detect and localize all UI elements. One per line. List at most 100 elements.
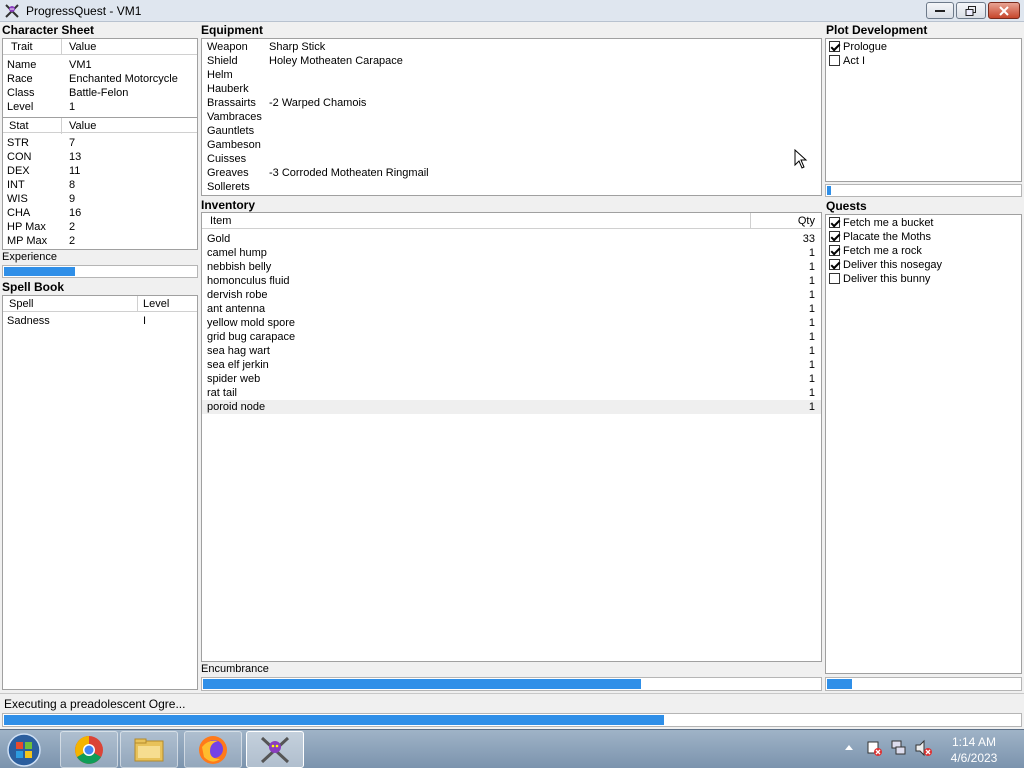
stat-row[interactable]: WIS 9 xyxy=(3,192,197,206)
equipment-row[interactable]: Helm xyxy=(202,68,821,82)
stats-header: Stat Value xyxy=(3,117,197,134)
qty-col-header[interactable]: Qty xyxy=(798,215,815,227)
equipment-item: Holey Motheaten Carapace xyxy=(269,55,403,67)
minimize-button[interactable] xyxy=(926,2,954,19)
quest-item-label: Deliver this bunny xyxy=(843,273,931,285)
plot-act[interactable]: Act I xyxy=(826,54,1021,68)
checkbox[interactable] xyxy=(829,245,840,256)
equipment-row[interactable]: Gambeson xyxy=(202,138,821,152)
spell-name: Sadness xyxy=(7,315,50,327)
taskbar-file-explorer[interactable] xyxy=(120,731,178,768)
volume-muted-icon[interactable] xyxy=(914,739,934,757)
inventory-row[interactable]: yellow mold spore 1 xyxy=(202,316,821,330)
plot-act[interactable]: Prologue xyxy=(826,40,1021,54)
checkbox[interactable] xyxy=(829,217,840,228)
encumbrance-label: Encumbrance xyxy=(201,663,269,675)
action-center-icon[interactable] xyxy=(866,739,884,757)
trait-value: 1 xyxy=(69,101,76,113)
equipment-row[interactable]: Sollerets xyxy=(202,180,821,194)
equipment-row[interactable]: Greaves -3 Corroded Motheaten Ringmail xyxy=(202,166,821,180)
trait-row[interactable]: Class Battle-Felon xyxy=(3,86,197,100)
quest-progress-bar xyxy=(825,677,1022,691)
inventory-row[interactable]: homonculus fluid 1 xyxy=(202,274,821,288)
trait-row[interactable]: Level 1 xyxy=(3,100,197,114)
stat-row[interactable]: MP Max 2 xyxy=(3,234,197,248)
spell-row[interactable]: Sadness I xyxy=(3,314,197,328)
start-button[interactable] xyxy=(4,732,46,768)
inventory-row[interactable]: sea elf jerkin 1 xyxy=(202,358,821,372)
equipment-row[interactable]: Brassairts -2 Warped Chamois xyxy=(202,96,821,110)
equipment-row[interactable]: Hauberk xyxy=(202,82,821,96)
equipment-slot: Brassairts xyxy=(207,97,256,109)
encumbrance-bar-fill xyxy=(203,679,641,689)
checkbox[interactable] xyxy=(829,231,840,242)
quest-item[interactable]: Fetch me a bucket xyxy=(826,216,1021,230)
trait-label: Level xyxy=(7,101,34,113)
inventory-row[interactable]: grid bug carapace 1 xyxy=(202,330,821,344)
start-icon xyxy=(7,733,41,767)
stat-row[interactable]: HP Max 2 xyxy=(3,220,197,234)
stat-col-header[interactable]: Stat xyxy=(9,120,29,132)
equipment-row[interactable]: Weapon Sharp Stick xyxy=(202,40,821,54)
stat-row[interactable]: CON 13 xyxy=(3,150,197,164)
checkbox[interactable] xyxy=(829,259,840,270)
clock-date: 4/6/2023 xyxy=(950,751,998,765)
checkbox[interactable] xyxy=(829,41,840,52)
restore-button[interactable] xyxy=(956,2,986,19)
item-col-header[interactable]: Item xyxy=(210,215,231,227)
spell-book-title: Spell Book xyxy=(2,280,65,294)
show-hidden-icons-icon[interactable] xyxy=(844,743,854,751)
inventory-row[interactable]: camel hump 1 xyxy=(202,246,821,260)
equipment-slot: Shield xyxy=(207,55,238,67)
value-col-header[interactable]: Value xyxy=(69,41,96,53)
inventory-row[interactable]: dervish robe 1 xyxy=(202,288,821,302)
network-icon[interactable] xyxy=(890,739,908,757)
taskbar-firefox[interactable] xyxy=(184,731,242,768)
inventory-row[interactable]: poroid node 1 xyxy=(202,400,821,414)
trait-row[interactable]: Race Enchanted Motorcycle xyxy=(3,72,197,86)
spell-col-header[interactable]: Spell xyxy=(9,298,33,310)
checkbox[interactable] xyxy=(829,273,840,284)
trait-col-header[interactable]: Trait xyxy=(11,41,33,53)
spell-book-header: Spell Level xyxy=(3,296,197,312)
stat-label: DEX xyxy=(7,165,30,177)
inventory-item-name: camel hump xyxy=(207,247,267,259)
level-col-header[interactable]: Level xyxy=(143,298,169,310)
inventory-row[interactable]: rat tail 1 xyxy=(202,386,821,400)
inventory-row[interactable]: Gold 33 xyxy=(202,232,821,246)
trait-row[interactable]: Name VM1 xyxy=(3,58,197,72)
equipment-slot: Gauntlets xyxy=(207,125,255,137)
equipment-row[interactable]: Vambraces xyxy=(202,110,821,124)
equipment-row[interactable]: Gauntlets xyxy=(202,124,821,138)
quest-item[interactable]: Deliver this bunny xyxy=(826,272,1021,286)
inventory-item-qty: 1 xyxy=(808,317,815,329)
stat-row[interactable]: CHA 16 xyxy=(3,206,197,220)
plot-act-label: Act I xyxy=(843,55,866,67)
inventory-item-name: rat tail xyxy=(207,387,237,399)
inventory-item-name: ant antenna xyxy=(207,303,266,315)
stat-row[interactable]: DEX 11 xyxy=(3,164,197,178)
system-clock[interactable]: 1:14 AM 4/6/2023 xyxy=(940,734,1008,766)
stat-row[interactable]: INT 8 xyxy=(3,178,197,192)
equipment-row[interactable]: Cuisses xyxy=(202,152,821,166)
inventory-item-name: spider web xyxy=(207,373,261,385)
close-button[interactable] xyxy=(988,2,1020,19)
inventory-row[interactable]: spider web 1 xyxy=(202,372,821,386)
inventory-item-qty: 1 xyxy=(808,359,815,371)
minimize-icon xyxy=(935,9,945,12)
equipment-item: -3 Corroded Motheaten Ringmail xyxy=(269,167,429,179)
taskbar-progressquest[interactable] xyxy=(246,731,304,768)
inventory-row[interactable]: sea hag wart 1 xyxy=(202,344,821,358)
equipment-row[interactable]: Shield Holey Motheaten Carapace xyxy=(202,54,821,68)
equipment-panel: Weapon Sharp Stick Shield Holey Motheaten C… xyxy=(201,38,822,196)
quest-item[interactable]: Placate the Moths xyxy=(826,230,1021,244)
spell-book-panel: Spell Level Sadness I xyxy=(2,295,198,690)
quest-item[interactable]: Fetch me a rock xyxy=(826,244,1021,258)
stat-value-col-header[interactable]: Value xyxy=(69,120,96,132)
stat-row[interactable]: STR 7 xyxy=(3,136,197,150)
quest-item[interactable]: Deliver this nosegay xyxy=(826,258,1021,272)
taskbar-chrome[interactable] xyxy=(60,731,118,768)
inventory-row[interactable]: nebbish belly 1 xyxy=(202,260,821,274)
inventory-row[interactable]: ant antenna 1 xyxy=(202,302,821,316)
checkbox[interactable] xyxy=(829,55,840,66)
